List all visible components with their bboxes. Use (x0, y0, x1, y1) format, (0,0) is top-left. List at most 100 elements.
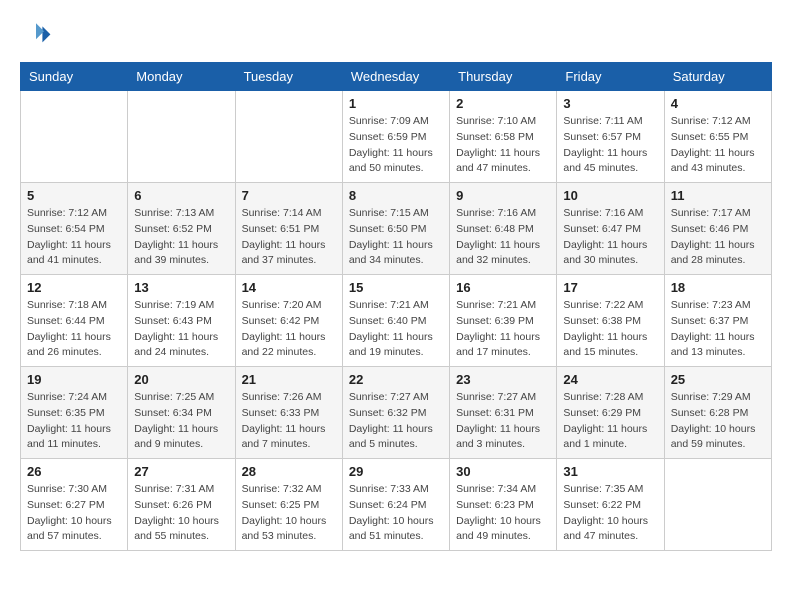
calendar-week-1: 1 Sunrise: 7:09 AM Sunset: 6:59 PM Daylig… (21, 91, 772, 183)
day-info: Sunrise: 7:19 AM Sunset: 6:43 PM Dayligh… (134, 298, 228, 361)
day-info: Sunrise: 7:23 AM Sunset: 6:37 PM Dayligh… (671, 298, 765, 361)
day-number: 24 (563, 372, 657, 387)
calendar-cell: 15Sunrise: 7:21 AM Sunset: 6:40 PM Dayli… (342, 275, 449, 367)
calendar-cell: 20 Sunrise: 7:25 AM Sunset: 6:34 PM Dayli… (128, 367, 235, 459)
day-info: Sunrise: 7:10 AM Sunset: 6:58 PM Dayligh… (456, 114, 550, 177)
day-info: Sunrise: 7:20 AM Sunset: 6:42 PM Dayligh… (242, 298, 336, 361)
calendar-week-4: 19 Sunrise: 7:24 AM Sunset: 6:35 PM Dayli… (21, 367, 772, 459)
day-number: 26 (27, 464, 121, 479)
calendar-cell: 12 Sunrise: 7:18 AM Sunset: 6:44 PM Dayli… (21, 275, 128, 367)
day-number: 18 (671, 280, 765, 295)
weekday-header-monday: Monday (128, 63, 235, 91)
day-number: 4 (671, 96, 765, 111)
day-number: 16 (456, 280, 550, 295)
day-info: Sunrise: 7:16 AM Sunset: 6:48 PM Dayligh… (456, 206, 550, 269)
calendar-cell: 24 Sunrise: 7:28 AM Sunset: 6:29 PM Dayli… (557, 367, 664, 459)
calendar-cell: 9 Sunrise: 7:16 AM Sunset: 6:48 PM Daylig… (450, 183, 557, 275)
calendar-table: SundayMondayTuesdayWednesdayThursdayFrid… (20, 62, 772, 551)
logo (20, 20, 56, 52)
calendar-body: 1 Sunrise: 7:09 AM Sunset: 6:59 PM Daylig… (21, 91, 772, 551)
weekday-header-saturday: Saturday (664, 63, 771, 91)
day-info: Sunrise: 7:35 AM Sunset: 6:22 PM Dayligh… (563, 482, 657, 545)
day-info: Sunrise: 7:27 AM Sunset: 6:32 PM Dayligh… (349, 390, 443, 453)
calendar-cell: 7 Sunrise: 7:14 AM Sunset: 6:51 PM Daylig… (235, 183, 342, 275)
day-info: Sunrise: 7:13 AM Sunset: 6:52 PM Dayligh… (134, 206, 228, 269)
day-number: 13 (134, 280, 228, 295)
day-info: Sunrise: 7:33 AM Sunset: 6:24 PM Dayligh… (349, 482, 443, 545)
calendar-cell (664, 459, 771, 551)
calendar-cell: 23Sunrise: 7:27 AM Sunset: 6:31 PM Dayli… (450, 367, 557, 459)
calendar-cell: 5 Sunrise: 7:12 AM Sunset: 6:54 PM Daylig… (21, 183, 128, 275)
day-number: 3 (563, 96, 657, 111)
day-info: Sunrise: 7:28 AM Sunset: 6:29 PM Dayligh… (563, 390, 657, 453)
calendar-cell (128, 91, 235, 183)
day-info: Sunrise: 7:09 AM Sunset: 6:59 PM Dayligh… (349, 114, 443, 177)
day-number: 11 (671, 188, 765, 203)
calendar-cell: 17 Sunrise: 7:22 AM Sunset: 6:38 PM Dayli… (557, 275, 664, 367)
day-info: Sunrise: 7:18 AM Sunset: 6:44 PM Dayligh… (27, 298, 121, 361)
calendar-week-5: 26 Sunrise: 7:30 AM Sunset: 6:27 PM Dayli… (21, 459, 772, 551)
day-info: Sunrise: 7:25 AM Sunset: 6:34 PM Dayligh… (134, 390, 228, 453)
weekday-header-wednesday: Wednesday (342, 63, 449, 91)
day-info: Sunrise: 7:29 AM Sunset: 6:28 PM Dayligh… (671, 390, 765, 453)
calendar-cell: 11 Sunrise: 7:17 AM Sunset: 6:46 PM Dayli… (664, 183, 771, 275)
calendar-week-3: 12 Sunrise: 7:18 AM Sunset: 6:44 PM Dayli… (21, 275, 772, 367)
calendar-cell: 28 Sunrise: 7:32 AM Sunset: 6:25 PM Dayli… (235, 459, 342, 551)
calendar-header: SundayMondayTuesdayWednesdayThursdayFrid… (21, 63, 772, 91)
day-number: 19 (27, 372, 121, 387)
day-number: 22 (349, 372, 443, 387)
calendar-cell: 10 Sunrise: 7:16 AM Sunset: 6:47 PM Dayli… (557, 183, 664, 275)
calendar-cell: 13 Sunrise: 7:19 AM Sunset: 6:43 PM Dayli… (128, 275, 235, 367)
weekday-header-friday: Friday (557, 63, 664, 91)
day-info: Sunrise: 7:21 AM Sunset: 6:39 PM Dayligh… (456, 298, 550, 361)
weekday-header-row: SundayMondayTuesdayWednesdayThursdayFrid… (21, 63, 772, 91)
calendar-cell: 30Sunrise: 7:34 AM Sunset: 6:23 PM Dayli… (450, 459, 557, 551)
day-info: Sunrise: 7:12 AM Sunset: 6:54 PM Dayligh… (27, 206, 121, 269)
day-number: 27 (134, 464, 228, 479)
day-info: Sunrise: 7:22 AM Sunset: 6:38 PM Dayligh… (563, 298, 657, 361)
day-number: 25 (671, 372, 765, 387)
day-info: Sunrise: 7:14 AM Sunset: 6:51 PM Dayligh… (242, 206, 336, 269)
calendar-cell: 25 Sunrise: 7:29 AM Sunset: 6:28 PM Dayli… (664, 367, 771, 459)
day-number: 14 (242, 280, 336, 295)
calendar-cell: 26 Sunrise: 7:30 AM Sunset: 6:27 PM Dayli… (21, 459, 128, 551)
calendar-cell: 19 Sunrise: 7:24 AM Sunset: 6:35 PM Dayli… (21, 367, 128, 459)
day-info: Sunrise: 7:17 AM Sunset: 6:46 PM Dayligh… (671, 206, 765, 269)
day-number: 10 (563, 188, 657, 203)
day-number: 9 (456, 188, 550, 203)
calendar-cell (21, 91, 128, 183)
day-number: 7 (242, 188, 336, 203)
day-info: Sunrise: 7:16 AM Sunset: 6:47 PM Dayligh… (563, 206, 657, 269)
calendar-cell: 31Sunrise: 7:35 AM Sunset: 6:22 PM Dayli… (557, 459, 664, 551)
calendar-cell (235, 91, 342, 183)
day-number: 12 (27, 280, 121, 295)
day-info: Sunrise: 7:24 AM Sunset: 6:35 PM Dayligh… (27, 390, 121, 453)
calendar-cell: 18 Sunrise: 7:23 AM Sunset: 6:37 PM Dayli… (664, 275, 771, 367)
day-number: 8 (349, 188, 443, 203)
day-number: 5 (27, 188, 121, 203)
day-number: 20 (134, 372, 228, 387)
weekday-header-tuesday: Tuesday (235, 63, 342, 91)
calendar-cell: 1 Sunrise: 7:09 AM Sunset: 6:59 PM Daylig… (342, 91, 449, 183)
calendar-cell: 29Sunrise: 7:33 AM Sunset: 6:24 PM Dayli… (342, 459, 449, 551)
day-number: 28 (242, 464, 336, 479)
day-number: 2 (456, 96, 550, 111)
day-number: 1 (349, 96, 443, 111)
calendar-cell: 27Sunrise: 7:31 AM Sunset: 6:26 PM Dayli… (128, 459, 235, 551)
weekday-header-thursday: Thursday (450, 63, 557, 91)
day-info: Sunrise: 7:26 AM Sunset: 6:33 PM Dayligh… (242, 390, 336, 453)
calendar-cell: 14 Sunrise: 7:20 AM Sunset: 6:42 PM Dayli… (235, 275, 342, 367)
day-info: Sunrise: 7:30 AM Sunset: 6:27 PM Dayligh… (27, 482, 121, 545)
calendar-cell: 21Sunrise: 7:26 AM Sunset: 6:33 PM Dayli… (235, 367, 342, 459)
weekday-header-sunday: Sunday (21, 63, 128, 91)
calendar-cell: 8 Sunrise: 7:15 AM Sunset: 6:50 PM Daylig… (342, 183, 449, 275)
day-info: Sunrise: 7:32 AM Sunset: 6:25 PM Dayligh… (242, 482, 336, 545)
day-number: 17 (563, 280, 657, 295)
calendar-cell: 16 Sunrise: 7:21 AM Sunset: 6:39 PM Dayli… (450, 275, 557, 367)
calendar-cell: 3Sunrise: 7:11 AM Sunset: 6:57 PM Daylig… (557, 91, 664, 183)
day-number: 6 (134, 188, 228, 203)
day-info: Sunrise: 7:15 AM Sunset: 6:50 PM Dayligh… (349, 206, 443, 269)
calendar-cell: 2 Sunrise: 7:10 AM Sunset: 6:58 PM Daylig… (450, 91, 557, 183)
day-info: Sunrise: 7:27 AM Sunset: 6:31 PM Dayligh… (456, 390, 550, 453)
day-info: Sunrise: 7:21 AM Sunset: 6:40 PM Dayligh… (349, 298, 443, 361)
